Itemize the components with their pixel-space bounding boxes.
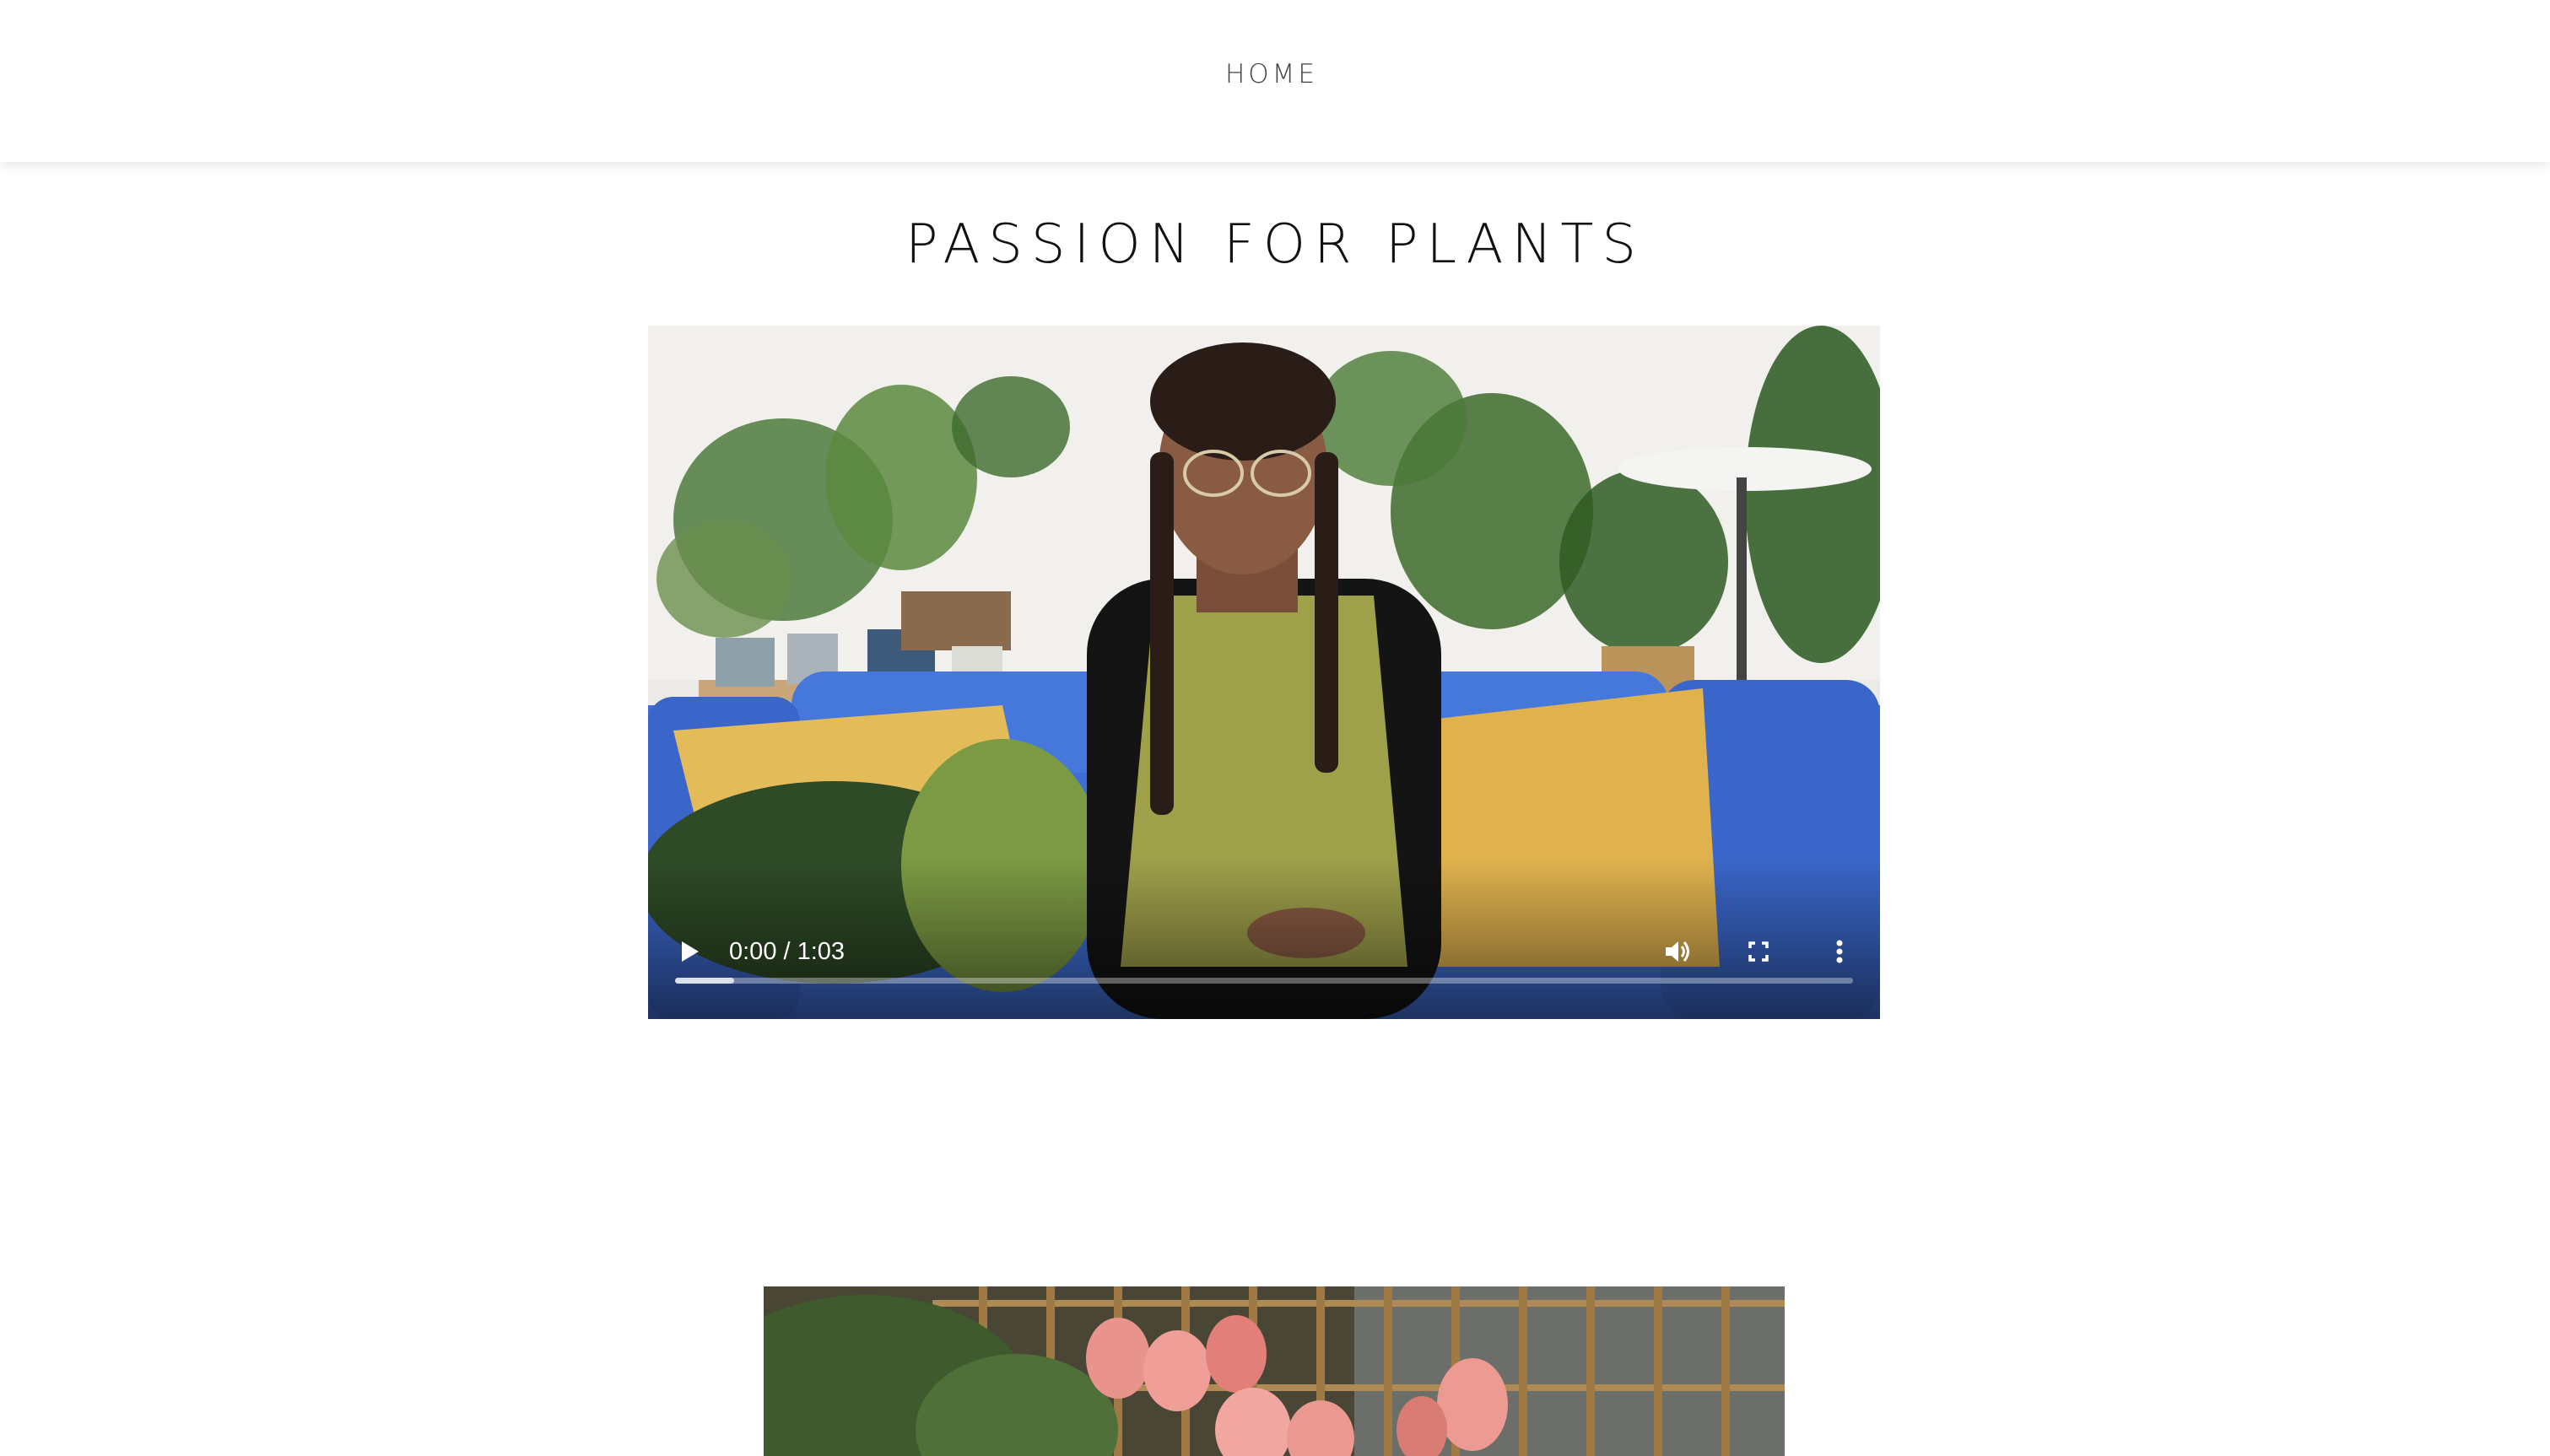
fullscreen-button[interactable] bbox=[1738, 931, 1779, 972]
tulip-image bbox=[764, 1286, 1785, 1456]
tulip-photo bbox=[764, 1286, 1785, 1456]
time-display: 0:00 / 1:03 bbox=[729, 938, 845, 965]
video-buffered-bar bbox=[675, 978, 734, 984]
play-button[interactable] bbox=[668, 931, 709, 972]
volume-button[interactable] bbox=[1657, 931, 1698, 972]
site-header: HOME bbox=[0, 0, 2550, 162]
video-player[interactable]: 0:00 / 1:03 bbox=[648, 326, 1880, 1019]
nav-home-link[interactable]: HOME bbox=[1224, 59, 1320, 89]
more-options-button[interactable] bbox=[1819, 931, 1860, 972]
volume-icon bbox=[1666, 941, 1689, 962]
page: HOME PASSION FOR PLANTS 0:00 / 1:03 bbox=[0, 0, 2550, 1456]
play-icon bbox=[682, 941, 699, 962]
fullscreen-icon bbox=[1748, 941, 1769, 962]
video-progress-bar[interactable] bbox=[675, 978, 1853, 984]
more-vert-icon bbox=[1836, 940, 1843, 963]
page-title: PASSION FOR PLANTS bbox=[905, 213, 1645, 276]
